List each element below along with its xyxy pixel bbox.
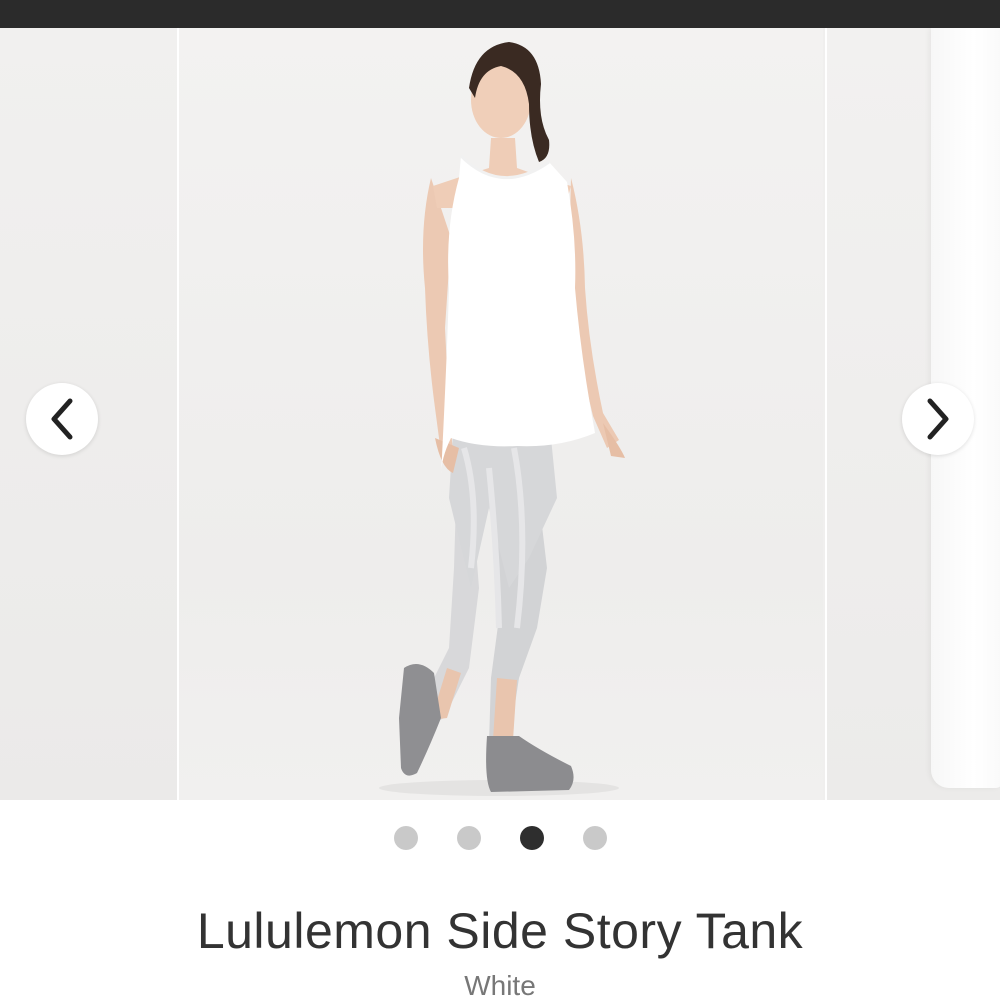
carousel-dot-3[interactable] <box>520 826 544 850</box>
carousel-dot-4[interactable] <box>583 826 607 850</box>
carousel-next-button[interactable] <box>902 383 974 455</box>
product-color: White <box>464 970 536 1001</box>
chevron-right-icon <box>927 398 949 440</box>
carousel-previous-button[interactable] <box>26 383 98 455</box>
carousel-dot-1[interactable] <box>394 826 418 850</box>
top-bar <box>0 0 1000 28</box>
chevron-left-icon <box>51 398 73 440</box>
product-photo <box>379 42 625 796</box>
carousel-slide-current <box>179 28 823 800</box>
carousel-pagination <box>0 826 1000 850</box>
carousel-dot-2[interactable] <box>457 826 481 850</box>
product-title: Lululemon Side Story Tank <box>196 903 804 959</box>
image-carousel[interactable] <box>0 28 1000 800</box>
